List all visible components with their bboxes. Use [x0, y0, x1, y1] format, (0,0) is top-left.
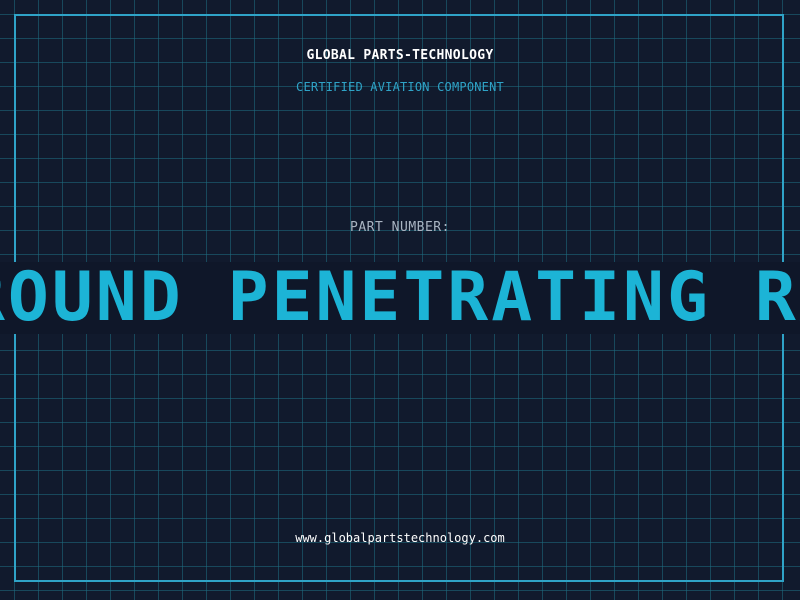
part-name-band: GROUND PENETRATING RADAR SYSTEM [0, 262, 800, 334]
part-name: GROUND PENETRATING RADAR SYSTEM [0, 262, 800, 334]
card-canvas: GLOBAL PARTS-TECHNOLOGY CERTIFIED AVIATI… [0, 0, 800, 600]
part-number-label: PART NUMBER: [350, 220, 450, 235]
certification-subtitle: CERTIFIED AVIATION COMPONENT [296, 80, 504, 94]
company-name: GLOBAL PARTS-TECHNOLOGY [306, 48, 494, 63]
website-url: www.globalpartstechnology.com [295, 531, 505, 545]
